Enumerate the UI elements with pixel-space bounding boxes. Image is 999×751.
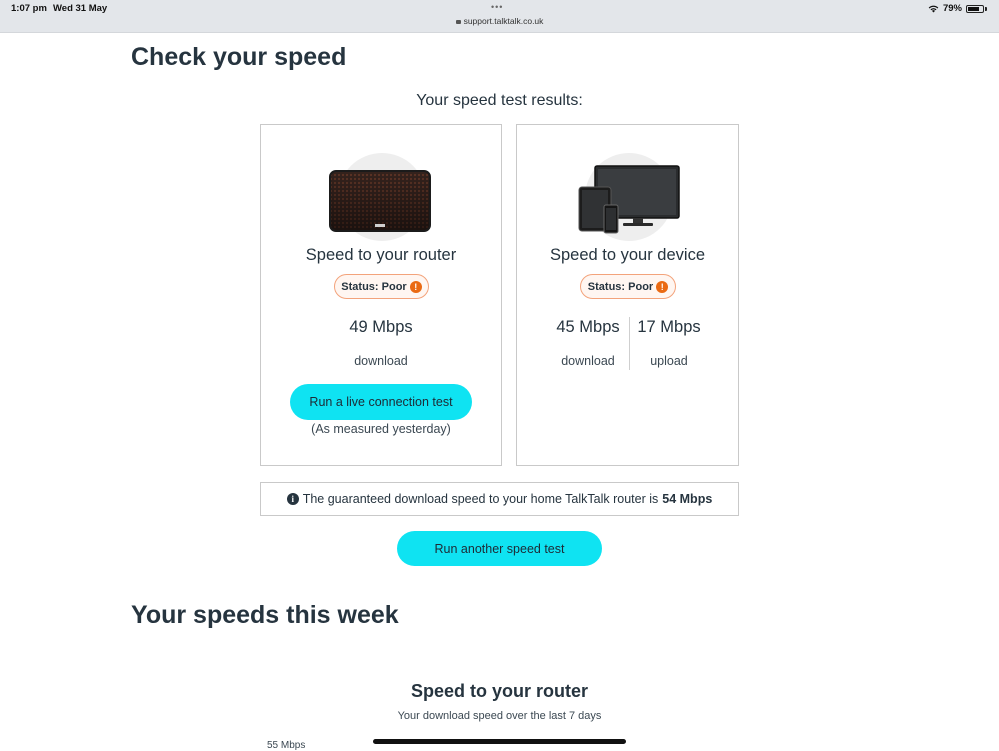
router-status-badge: Status: Poor ! <box>334 274 429 299</box>
guarantee-text: The guaranteed download speed to your ho… <box>302 492 659 506</box>
device-download-speed: 45 Mbps <box>556 318 620 336</box>
clock: 1:07 pm <box>11 3 47 14</box>
lock-icon <box>455 20 461 24</box>
chart-title: Speed to your router <box>410 681 589 701</box>
device-download-label: download <box>561 354 615 368</box>
device-upload-speed: 17 Mbps <box>637 318 701 336</box>
battery-percent: 79% <box>942 3 962 14</box>
chart-subtitle: Your download speed over the last 7 days <box>397 710 602 722</box>
run-another-speed-test-button[interactable]: Run another speed test <box>397 531 602 566</box>
device-speed-card: Speed to your device Status: Poor ! 45 M… <box>516 124 739 466</box>
device-upload-label: upload <box>650 354 688 368</box>
address-bar[interactable]: support.talktalk.co.uk <box>0 16 999 26</box>
date: Wed 31 May <box>53 3 108 14</box>
device-card-title: Speed to your device <box>549 246 706 264</box>
router-image <box>329 170 431 232</box>
home-indicator[interactable] <box>373 739 626 744</box>
browser-status-bar: 1:07 pm Wed 31 May ••• support.talktalk.… <box>0 0 999 33</box>
multitask-dots-icon[interactable]: ••• <box>491 2 503 12</box>
device-status-badge: Status: Poor ! <box>580 274 676 299</box>
devices-image <box>578 165 680 234</box>
router-download-label: download <box>354 354 408 368</box>
wifi-icon <box>928 5 939 13</box>
info-icon: i <box>286 493 299 505</box>
warning-icon: ! <box>656 280 669 293</box>
system-indicators: 79% <box>928 3 987 14</box>
battery-icon <box>966 4 984 13</box>
run-live-connection-test-button[interactable]: Run a live connection test <box>290 384 472 420</box>
router-speed-card: Speed to your router Status: Poor ! 49 M… <box>260 124 502 466</box>
guarantee-value: 54 Mbps <box>662 492 713 506</box>
page-title: Check your speed <box>131 43 347 71</box>
guarantee-info: i The guaranteed download speed to your … <box>260 482 739 516</box>
chart-y-tick: 55 Mbps <box>267 740 306 751</box>
week-heading: Your speeds this week <box>131 601 399 629</box>
warning-icon: ! <box>409 280 422 293</box>
measured-note: (As measured yesterday) <box>311 422 451 436</box>
router-download-speed: 49 Mbps <box>349 318 413 336</box>
url-text: support.talktalk.co.uk <box>463 16 544 26</box>
router-card-title: Speed to your router <box>305 246 457 264</box>
results-heading: Your speed test results: <box>416 92 583 109</box>
